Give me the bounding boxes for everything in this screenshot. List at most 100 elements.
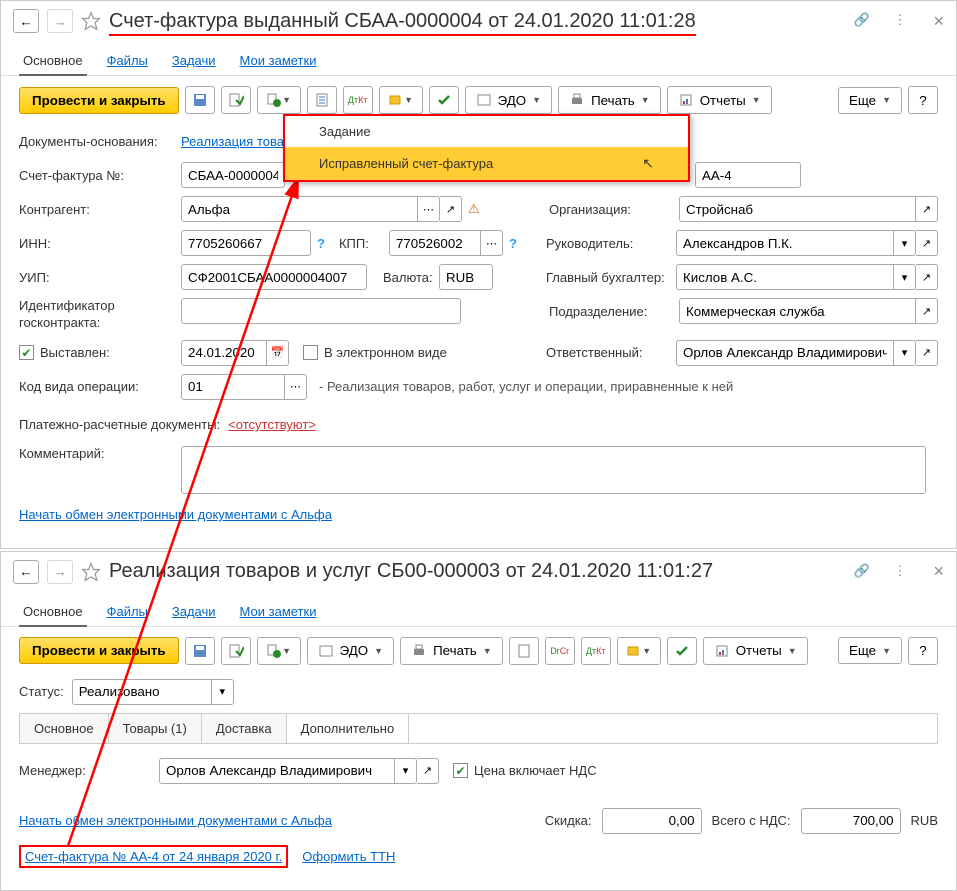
dept-input[interactable] (679, 298, 916, 324)
edo-button[interactable]: ЭДО▼ (465, 86, 552, 114)
more-icon[interactable]: ⋮ (893, 12, 911, 30)
contract-id-input[interactable] (181, 298, 461, 324)
total-input[interactable] (801, 808, 901, 834)
back-button[interactable]: ← (13, 9, 39, 33)
alt-no-input[interactable] (695, 162, 801, 188)
tab-tasks[interactable]: Задачи (168, 598, 220, 626)
reports-button[interactable]: Отчеты▼ (703, 637, 808, 665)
drop-button[interactable]: ▾ (212, 679, 234, 705)
help-icon[interactable]: ? (509, 236, 517, 251)
tab-notes[interactable]: Мои заметки (236, 47, 321, 75)
doc-icon-button[interactable] (307, 86, 337, 114)
invoice-no-input[interactable] (181, 162, 285, 188)
payment-docs-link[interactable]: <отсутствуют> (228, 417, 316, 432)
manager-input[interactable] (159, 758, 395, 784)
invoice-link[interactable]: Счет-фактура № АА-4 от 24 января 2020 г. (25, 849, 282, 864)
currency-input[interactable] (439, 264, 493, 290)
pane-main[interactable]: Основное (20, 714, 109, 743)
responsible-input[interactable] (676, 340, 894, 366)
inn-input[interactable] (181, 230, 311, 256)
ttn-link[interactable]: Оформить ТТН (302, 849, 395, 864)
exchange-link[interactable]: Начать обмен электронными документами с … (19, 813, 332, 828)
basis-link[interactable]: Реализация товар (181, 134, 291, 149)
print-button[interactable]: Печать▼ (400, 637, 503, 665)
check-button[interactable] (429, 86, 459, 114)
dropdown-item-corrected-invoice[interactable]: Исправленный счет-фактура ↖ (285, 147, 688, 180)
post-button[interactable] (221, 86, 251, 114)
drop-button[interactable]: ▾ (894, 264, 916, 290)
discount-input[interactable] (602, 808, 702, 834)
close-icon[interactable]: × (933, 561, 944, 582)
forward-button[interactable]: → (47, 560, 73, 584)
link-icon[interactable]: 🔗 (853, 12, 871, 30)
create-based-button[interactable]: ▼ (257, 86, 301, 114)
open-button[interactable]: ↗ (417, 758, 439, 784)
create-based-button[interactable]: ▼ (257, 637, 301, 665)
forward-button[interactable]: → (47, 9, 73, 33)
open-button[interactable]: ↗ (916, 298, 938, 324)
tab-tasks[interactable]: Задачи (168, 47, 220, 75)
dropdown-item-task[interactable]: Задание (285, 116, 688, 147)
open-button[interactable]: ↗ (916, 340, 938, 366)
drop-button[interactable]: ▾ (395, 758, 417, 784)
star-icon[interactable] (81, 11, 101, 31)
issued-checkbox[interactable] (19, 345, 34, 360)
post-close-button[interactable]: Провести и закрыть (19, 87, 179, 114)
more-button[interactable]: Еще▼ (838, 87, 902, 114)
close-icon[interactable]: × (933, 11, 944, 32)
pane-extra[interactable]: Дополнительно (287, 714, 410, 743)
save-button[interactable] (185, 86, 215, 114)
issued-date-input[interactable] (181, 340, 267, 366)
link-icon[interactable]: 🔗 (853, 563, 871, 581)
op-code-input[interactable] (181, 374, 285, 400)
drop-button[interactable]: ▾ (894, 230, 916, 256)
help-button[interactable]: ? (908, 637, 938, 665)
edo-button[interactable]: ЭДО▼ (307, 637, 394, 665)
attach-button[interactable]: ▼ (379, 86, 423, 114)
post-close-button[interactable]: Провести и закрыть (19, 637, 179, 664)
price-vat-checkbox[interactable] (453, 763, 468, 778)
accountant-input[interactable] (676, 264, 894, 290)
more-icon[interactable]: ⋮ (893, 563, 911, 581)
more-button[interactable]: Еще▼ (838, 637, 902, 664)
org-input[interactable] (679, 196, 916, 222)
back-button[interactable]: ← (13, 560, 39, 584)
star-icon[interactable] (81, 562, 101, 582)
help-icon[interactable]: ? (317, 236, 325, 251)
exchange-link[interactable]: Начать обмен электронными документами с … (19, 507, 332, 522)
check-button[interactable] (667, 637, 697, 665)
uip-input[interactable] (181, 264, 367, 290)
status-input[interactable] (72, 679, 212, 705)
doc-icon-button[interactable] (509, 637, 539, 665)
electronic-checkbox[interactable] (303, 345, 318, 360)
attach-button[interactable]: ▼ (617, 637, 661, 665)
dots-button[interactable]: ⋯ (481, 230, 503, 256)
open-button[interactable]: ↗ (440, 196, 462, 222)
kpp-input[interactable] (389, 230, 481, 256)
dtkt-button[interactable]: ДтКт (343, 86, 373, 114)
save-button[interactable] (185, 637, 215, 665)
reports-button[interactable]: Отчеты▼ (667, 86, 772, 114)
counterparty-input[interactable] (181, 196, 418, 222)
head-input[interactable] (676, 230, 894, 256)
drop-button[interactable]: ▾ (894, 340, 916, 366)
tab-files[interactable]: Файлы (103, 47, 152, 75)
drcr-button[interactable]: DrCr (545, 637, 575, 665)
dots-button[interactable]: ⋯ (418, 196, 440, 222)
tab-files[interactable]: Файлы (103, 598, 152, 626)
post-button[interactable] (221, 637, 251, 665)
tab-main[interactable]: Основное (19, 47, 87, 76)
open-button[interactable]: ↗ (916, 196, 938, 222)
tab-main[interactable]: Основное (19, 598, 87, 627)
print-button[interactable]: Печать▼ (558, 86, 661, 114)
comment-input[interactable] (181, 446, 926, 494)
open-button[interactable]: ↗ (916, 264, 938, 290)
calendar-button[interactable]: 📅 (267, 340, 289, 366)
help-button[interactable]: ? (908, 86, 938, 114)
tab-notes[interactable]: Мои заметки (236, 598, 321, 626)
pane-delivery[interactable]: Доставка (202, 714, 287, 743)
open-button[interactable]: ↗ (916, 230, 938, 256)
dtkt-button[interactable]: ДтКт (581, 637, 611, 665)
dots-button[interactable]: ⋯ (285, 374, 307, 400)
pane-goods[interactable]: Товары (1) (109, 714, 202, 743)
